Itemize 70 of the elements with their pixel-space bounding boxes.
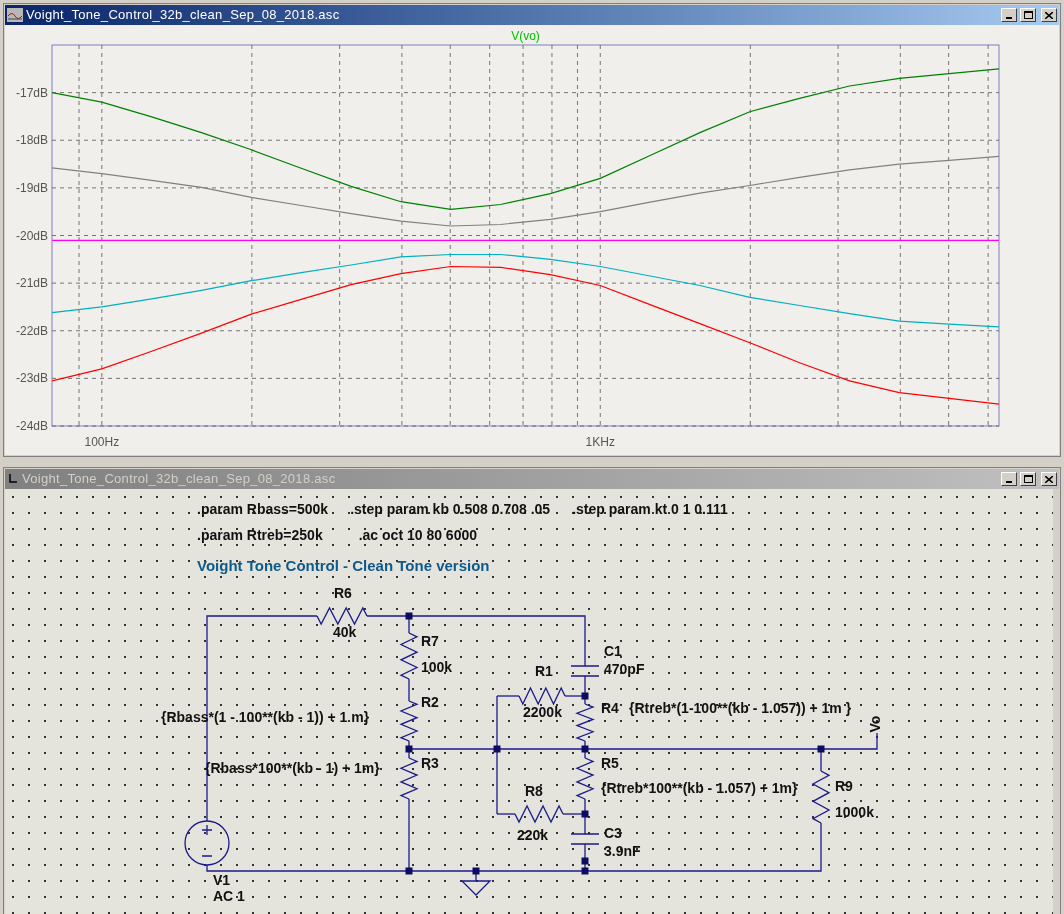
capacitor-symbol — [570, 665, 600, 677]
chart-title: V(vo) — [511, 29, 540, 43]
component-name: C3 — [604, 826, 622, 840]
close-button[interactable] — [1041, 472, 1057, 486]
component-name: R9 — [835, 779, 853, 793]
maximize-icon — [1023, 11, 1033, 19]
spice-directive: .param Rtreb=250k — [197, 528, 323, 542]
component-name: V1 — [213, 873, 231, 887]
window-title: Voight_Tone_Control_32b_clean_Sep_08_2018.asc — [22, 470, 336, 489]
component-value: AC 1 — [213, 889, 245, 903]
spice-directive: .step param kt 0 1 0.111 — [572, 502, 728, 516]
component-value: 470pF — [604, 662, 645, 676]
axis-tick-label: -20dB — [15, 228, 48, 243]
axis-tick-label: -23dB — [15, 371, 48, 386]
axis-tick-label: -24dB — [15, 419, 48, 433]
axis-tick-label: -17dB — [15, 85, 48, 100]
component-name: R7 — [421, 634, 439, 648]
component-value: 3.9nF — [604, 844, 641, 858]
resistor-symbol — [316, 606, 368, 626]
component-name: R1 — [535, 664, 553, 678]
capacitor-symbol — [570, 833, 600, 845]
component-value: 2200k — [523, 705, 562, 719]
resistor-symbol — [399, 700, 419, 742]
component-value: {Rtreb*100**(kb - 1.057) + 1m} — [601, 781, 798, 795]
component-name: R3 — [421, 756, 439, 770]
ground-symbol — [460, 880, 492, 896]
axis-tick-label: 100Hz — [84, 435, 120, 449]
cursor-icon — [7, 472, 19, 486]
waveform-icon — [7, 8, 23, 22]
component-name: R4 — [601, 701, 619, 715]
voltage-source-symbol — [184, 820, 230, 866]
component-name: R5 — [601, 756, 619, 770]
axis-tick-label: -21dB — [15, 276, 48, 291]
axis-tick-label: 1KHz — [585, 435, 615, 449]
component-name: R8 — [525, 784, 543, 798]
component-value: 100k — [421, 660, 453, 674]
resistor-symbol — [811, 770, 831, 824]
resistor-symbol — [399, 757, 419, 800]
spice-directive: .step param kb 0.508 0.708 .05 — [350, 502, 551, 516]
maximize-icon — [1023, 475, 1033, 483]
spice-directive: .ac oct 10 80 6000 — [358, 528, 477, 542]
spice-directive: .param Rbass=500k — [197, 502, 329, 516]
resistor-symbol — [518, 686, 566, 706]
close-icon — [1045, 11, 1053, 19]
wire — [408, 678, 410, 702]
window-title: Voight_Tone_Control_32b_clean_Sep_08_2018.asc — [26, 6, 340, 25]
minimize-button[interactable] — [1001, 472, 1017, 486]
resistor-symbol — [575, 757, 595, 800]
close-button[interactable] — [1041, 8, 1057, 22]
component-value: 1000k — [835, 805, 874, 819]
component-value: 40k — [333, 625, 357, 639]
net-label: Vo — [868, 715, 883, 733]
minimize-button[interactable] — [1001, 8, 1017, 22]
axis-tick-label: -18dB — [15, 133, 48, 148]
component-name: R6 — [334, 586, 352, 600]
component-value: {Rtreb*(1-100**(kb - 1.057)) + 1m } — [629, 701, 852, 715]
resistor-symbol — [399, 632, 419, 680]
resistor-symbol — [575, 703, 595, 742]
component-name: R2 — [421, 695, 439, 709]
axis-tick-label: -22dB — [15, 323, 48, 338]
component-name: C1 — [604, 644, 622, 658]
maximize-button[interactable] — [1020, 8, 1036, 22]
maximize-button[interactable] — [1020, 472, 1036, 486]
close-icon — [1045, 475, 1053, 483]
axis-tick-label: -19dB — [15, 180, 48, 195]
component-value: 220k — [517, 828, 549, 842]
schematic-heading: Voight Tone Control - Clean Tone version — [197, 558, 491, 573]
minimize-icon — [1006, 481, 1012, 483]
resistor-symbol — [514, 804, 564, 824]
minimize-icon — [1006, 17, 1012, 19]
